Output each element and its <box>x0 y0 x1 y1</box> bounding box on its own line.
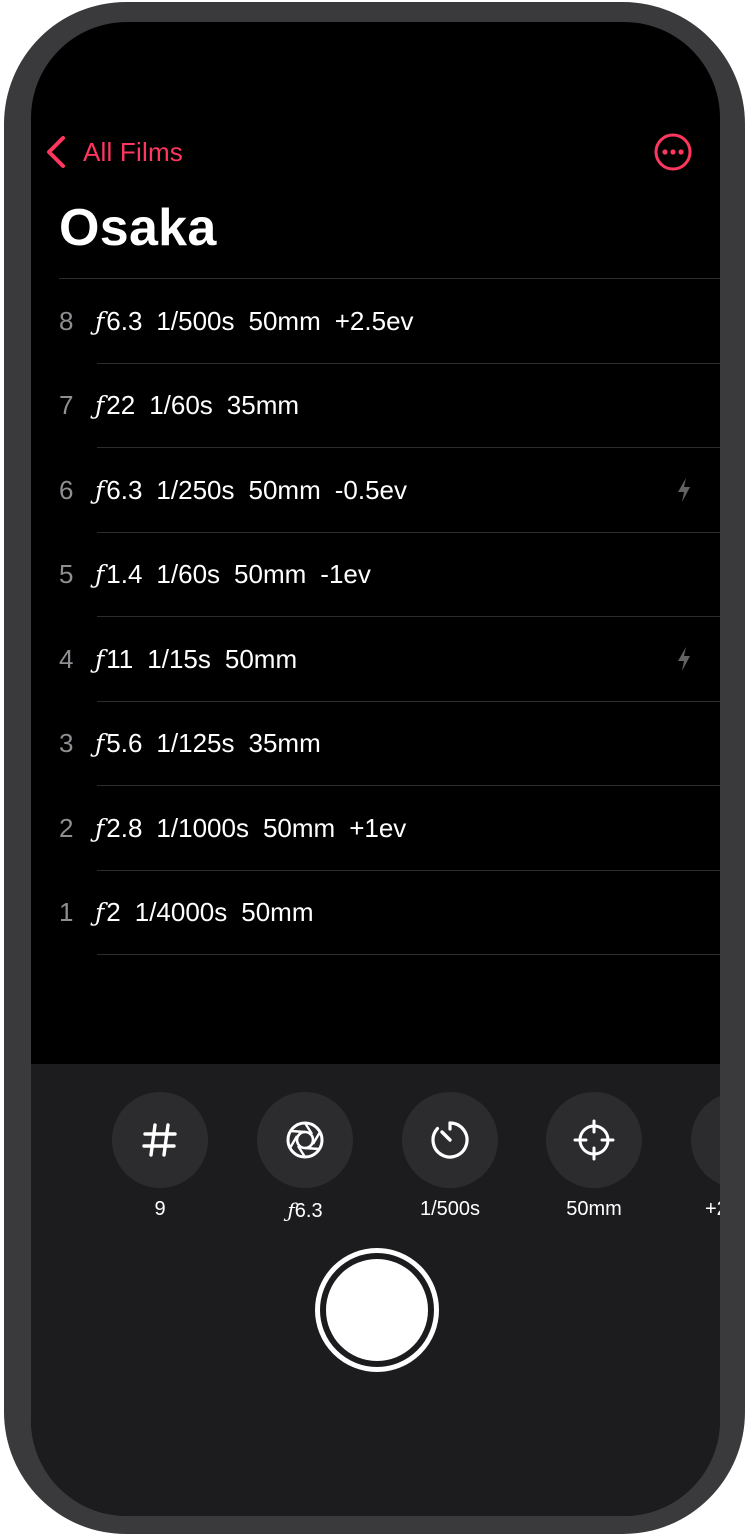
frame-settings: ƒ 2 1/4000s 50mm <box>95 897 314 928</box>
exposure-icon <box>691 1092 720 1188</box>
frame-focal: 50mm <box>241 897 314 928</box>
frame-shutter: 1/60s <box>149 390 213 421</box>
frame-settings: ƒ 22 1/60s 35mm <box>95 390 299 421</box>
frame-focal: 50mm <box>224 643 298 674</box>
frame-settings: ƒ 6.3 1/500s 50mm +2.5ev <box>95 306 414 337</box>
aperture-control[interactable]: ƒ6.3 <box>257 1092 353 1223</box>
aperture-symbol: ƒ <box>95 813 105 843</box>
more-icon[interactable] <box>653 132 693 172</box>
frame-ev: +2.5ev <box>334 305 414 336</box>
frame-number-control[interactable]: 9 <box>112 1092 208 1221</box>
frame-aperture: 22 <box>106 390 136 421</box>
shutter-button[interactable] <box>315 1248 439 1372</box>
aperture-symbol: ƒ <box>95 560 105 590</box>
focal-length-control[interactable]: 50mm <box>546 1092 642 1221</box>
exposure-value: +2 <box>705 1198 720 1220</box>
aperture-icon <box>257 1092 353 1188</box>
frame-aperture: 5.6 <box>106 728 143 759</box>
frame-aperture: 1.4 <box>106 559 143 590</box>
frame-shutter: 1/15s <box>147 643 211 674</box>
hash-icon <box>112 1092 208 1188</box>
frame-number: 4 <box>59 643 74 674</box>
frame-row[interactable]: 7 ƒ 22 1/60s 35mm <box>31 364 720 448</box>
frame-settings: ƒ 1.4 1/60s 50mm -1ev <box>95 559 371 590</box>
frame-ev: -1ev <box>320 559 371 590</box>
frame-number: 5 <box>59 559 74 590</box>
timer-icon <box>402 1092 498 1188</box>
frame-settings: ƒ 2.8 1/1000s 50mm +1ev <box>95 813 406 844</box>
flash-icon <box>675 646 693 672</box>
frame-aperture: 6.3 <box>106 474 143 505</box>
aperture-value: ƒ6.3 <box>287 1198 323 1222</box>
frame-shutter: 1/125s <box>156 728 235 759</box>
frame-focal: 50mm <box>248 474 321 505</box>
frame-number: 1 <box>59 897 74 928</box>
frame-row[interactable]: 1 ƒ 2 1/4000s 50mm <box>31 871 720 955</box>
aperture-symbol: ƒ <box>95 306 105 336</box>
exposure-compensation-control[interactable]: +2 <box>691 1092 720 1221</box>
aperture-symbol: ƒ <box>95 391 105 421</box>
frame-number: 7 <box>59 390 74 421</box>
frame-focal: 50mm <box>262 812 336 843</box>
frame-number: 6 <box>59 474 74 505</box>
frame-shutter: 1/500s <box>156 305 235 336</box>
row-divider <box>97 954 720 955</box>
frame-number: 2 <box>59 812 74 843</box>
frame-focal: 50mm <box>234 559 307 590</box>
chevron-left-icon <box>47 136 65 168</box>
aperture-symbol: ƒ <box>95 644 105 674</box>
frame-number: 3 <box>59 728 74 759</box>
aperture-symbol: ƒ <box>95 898 105 928</box>
frame-focal: 35mm <box>248 728 321 759</box>
camera-controls-panel: 9 ƒ6.3 1/500s 50mm + <box>31 1064 720 1516</box>
aperture-symbol: ƒ <box>95 729 105 759</box>
frame-shutter: 1/250s <box>156 474 235 505</box>
frame-ev: +1ev <box>349 812 407 843</box>
app-screen: All Films Osaka 8 ƒ 6.3 1/500s 50mm +2.5ev 7 ƒ 2… <box>31 22 720 1516</box>
back-button[interactable]: All Films <box>45 130 183 174</box>
frame-aperture: 2 <box>106 897 121 928</box>
back-label: All Films <box>83 136 184 167</box>
frame-settings: ƒ 5.6 1/125s 35mm <box>95 728 321 759</box>
frame-row[interactable]: 8 ƒ 6.3 1/500s 50mm +2.5ev <box>31 279 720 364</box>
crosshair-icon <box>546 1092 642 1188</box>
frame-shutter: 1/60s <box>156 559 221 590</box>
frame-shutter: 1/4000s <box>134 897 228 928</box>
aperture-symbol: ƒ <box>95 475 105 505</box>
frame-aperture: 6.3 <box>106 305 143 336</box>
shutter-speed-control[interactable]: 1/500s <box>402 1092 498 1221</box>
frame-settings: ƒ 11 1/15s 50mm <box>95 644 297 675</box>
frame-list: 8 ƒ 6.3 1/500s 50mm +2.5ev 7 ƒ 22 1/60s 35mm 6 ƒ 6.3 1… <box>31 279 720 955</box>
frame-shutter: 1/1000s <box>156 812 249 843</box>
frame-ev: -0.5ev <box>334 474 408 505</box>
frame-row[interactable]: 5 ƒ 1.4 1/60s 50mm -1ev <box>31 533 720 617</box>
flash-icon <box>675 477 693 503</box>
page-title: Osaka <box>59 199 217 257</box>
frame-number-value: 9 <box>154 1198 166 1220</box>
frame-focal: 35mm <box>226 390 300 421</box>
frame-row[interactable]: 4 ƒ 11 1/15s 50mm <box>31 617 720 702</box>
shutter-button-inner <box>326 1259 428 1361</box>
focal-length-value: 50mm <box>566 1198 622 1220</box>
frame-settings: ƒ 6.3 1/250s 50mm -0.5ev <box>95 475 407 506</box>
frame-row[interactable]: 6 ƒ 6.3 1/250s 50mm -0.5ev <box>31 448 720 533</box>
shutter-speed-value: 1/500s <box>419 1198 481 1220</box>
frame-row[interactable]: 3 ƒ 5.6 1/125s 35mm <box>31 702 720 786</box>
frame-row[interactable]: 2 ƒ 2.8 1/1000s 50mm +1ev <box>31 786 720 871</box>
frame-aperture: 11 <box>106 643 134 674</box>
device-frame: All Films Osaka 8 ƒ 6.3 1/500s 50mm +2.5ev 7 ƒ 2… <box>4 2 745 1534</box>
frame-aperture: 2.8 <box>106 812 143 843</box>
frame-focal: 50mm <box>248 305 321 336</box>
frame-number: 8 <box>59 305 74 336</box>
